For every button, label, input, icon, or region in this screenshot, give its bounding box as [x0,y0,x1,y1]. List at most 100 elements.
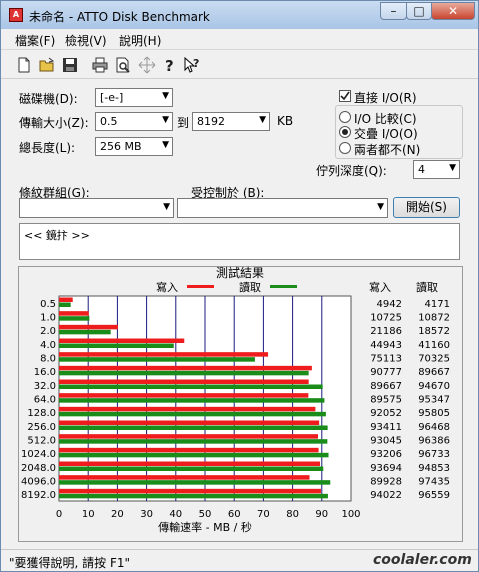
context-help-icon[interactable]: ? [183,56,201,74]
value-read: 10872 [418,313,450,324]
value-write: 44943 [370,340,402,351]
radio-io-compare[interactable] [339,111,351,123]
move-icon[interactable] [138,56,156,74]
bar-read [59,466,324,471]
x-tick-label: 90 [315,509,328,520]
bar-read [59,398,325,403]
pattern-group-select[interactable]: ▼ [19,198,174,218]
toolbar: ? ? [1,50,478,79]
control-by-select[interactable]: ▼ [177,198,388,218]
svg-text:?: ? [193,57,199,70]
category-label: 8.0 [40,354,56,365]
bar-write [59,434,319,439]
chevron-down-icon: ▼ [259,115,266,125]
chevron-down-icon: ▼ [163,202,170,212]
category-label: 128.0 [27,408,56,419]
legend-read-swatch [270,285,297,288]
title-bar[interactable]: A 未命名 - ATTO Disk Benchmark – □ ✕ [1,1,478,29]
direct-io-label: 直接 I/O(R) [354,91,417,105]
bar-write [59,488,321,494]
value-write: 90777 [370,367,402,378]
bar-read [59,493,328,499]
legend-read-label: 讀取 [239,280,261,294]
chevron-down-icon: ▼ [162,115,169,125]
x-tick-label: 70 [257,509,270,520]
save-icon[interactable] [61,56,79,74]
transfer-to-select[interactable]: 8192 ▼ [192,112,270,131]
x-axis-label: 傳輸速率 - MB / 秒 [158,520,252,534]
x-tick-label: 80 [286,509,299,520]
bar-read [59,384,323,389]
value-write: 89667 [370,381,402,392]
drive-select[interactable]: [-e-] ▼ [95,88,173,107]
watermark: coolaler.com [373,552,472,568]
legend-write-label: 寫入 [156,280,178,294]
bar-read [59,357,255,362]
bar-write [59,393,309,398]
bar-read [59,329,111,335]
value-read: 96559 [418,490,450,501]
print-preview-icon[interactable] [114,56,132,74]
value-read: 96733 [418,449,450,460]
value-read: 96468 [418,422,450,433]
direct-io-checkbox[interactable] [339,90,351,102]
close-button[interactable]: ✕ [431,2,475,20]
category-label: 0.5 [40,299,56,310]
value-read: 70325 [418,354,450,365]
menu-help[interactable]: 說明(H) [119,32,161,49]
print-icon[interactable] [91,56,109,74]
transfer-from-select[interactable]: 0.5 ▼ [95,112,173,131]
x-tick-label: 30 [140,509,153,520]
new-document-icon[interactable] [15,56,33,74]
chevron-down-icon: ▼ [162,91,169,101]
value-read: 97435 [418,477,450,488]
queue-depth-value: 4 [418,163,425,176]
bar-read [59,480,331,485]
x-tick-label: 40 [169,509,182,520]
description-textarea[interactable]: << 鏡抃 >> [19,223,460,260]
help-icon[interactable]: ? [161,56,179,74]
category-label: 2048.0 [21,463,56,474]
value-write: 93045 [370,436,402,447]
chevron-down-icon: ▼ [162,140,169,150]
radio-overlapped-io[interactable] [339,126,351,138]
minimize-button[interactable]: – [380,2,407,20]
bar-read [59,343,174,348]
total-length-value: 256 MB [100,140,142,153]
queue-depth-select[interactable]: 4 ▼ [413,160,460,179]
bar-write [59,324,118,330]
start-button[interactable]: 開始(S) [393,197,460,218]
menu-file[interactable]: 檔案(F) [15,32,55,49]
window-title: 未命名 - ATTO Disk Benchmark [29,10,210,24]
category-label: 64.0 [34,395,56,406]
maximize-button[interactable]: □ [406,2,432,20]
value-read: 95347 [418,395,450,406]
chevron-down-icon: ▼ [377,202,384,212]
value-write: 94022 [370,490,402,501]
value-write: 10725 [370,313,402,324]
category-label: 4.0 [40,340,56,351]
category-label: 512.0 [27,436,56,447]
bar-write [59,420,320,425]
value-write: 75113 [370,354,402,365]
value-read: 18572 [418,326,450,337]
radio-neither[interactable] [339,142,351,154]
value-write: 92052 [370,408,402,419]
column-header-read: 讀取 [416,280,438,294]
bar-write [59,447,319,453]
total-length-select[interactable]: 256 MB ▼ [95,137,173,156]
value-read: 95805 [418,408,450,419]
category-label: 1.0 [40,313,56,324]
category-label: 32.0 [34,381,56,392]
category-label: 256.0 [27,422,56,433]
x-tick-label: 0 [56,509,62,520]
x-tick-label: 100 [341,509,360,520]
x-tick-label: 10 [82,509,95,520]
bar-write [59,311,89,316]
value-read: 96386 [418,436,450,447]
menu-view[interactable]: 檢視(V) [65,32,107,49]
category-label: 16.0 [34,367,56,378]
open-folder-icon[interactable] [38,56,56,74]
description-text: << 鏡抃 >> [24,229,90,242]
svg-text:?: ? [165,57,174,74]
